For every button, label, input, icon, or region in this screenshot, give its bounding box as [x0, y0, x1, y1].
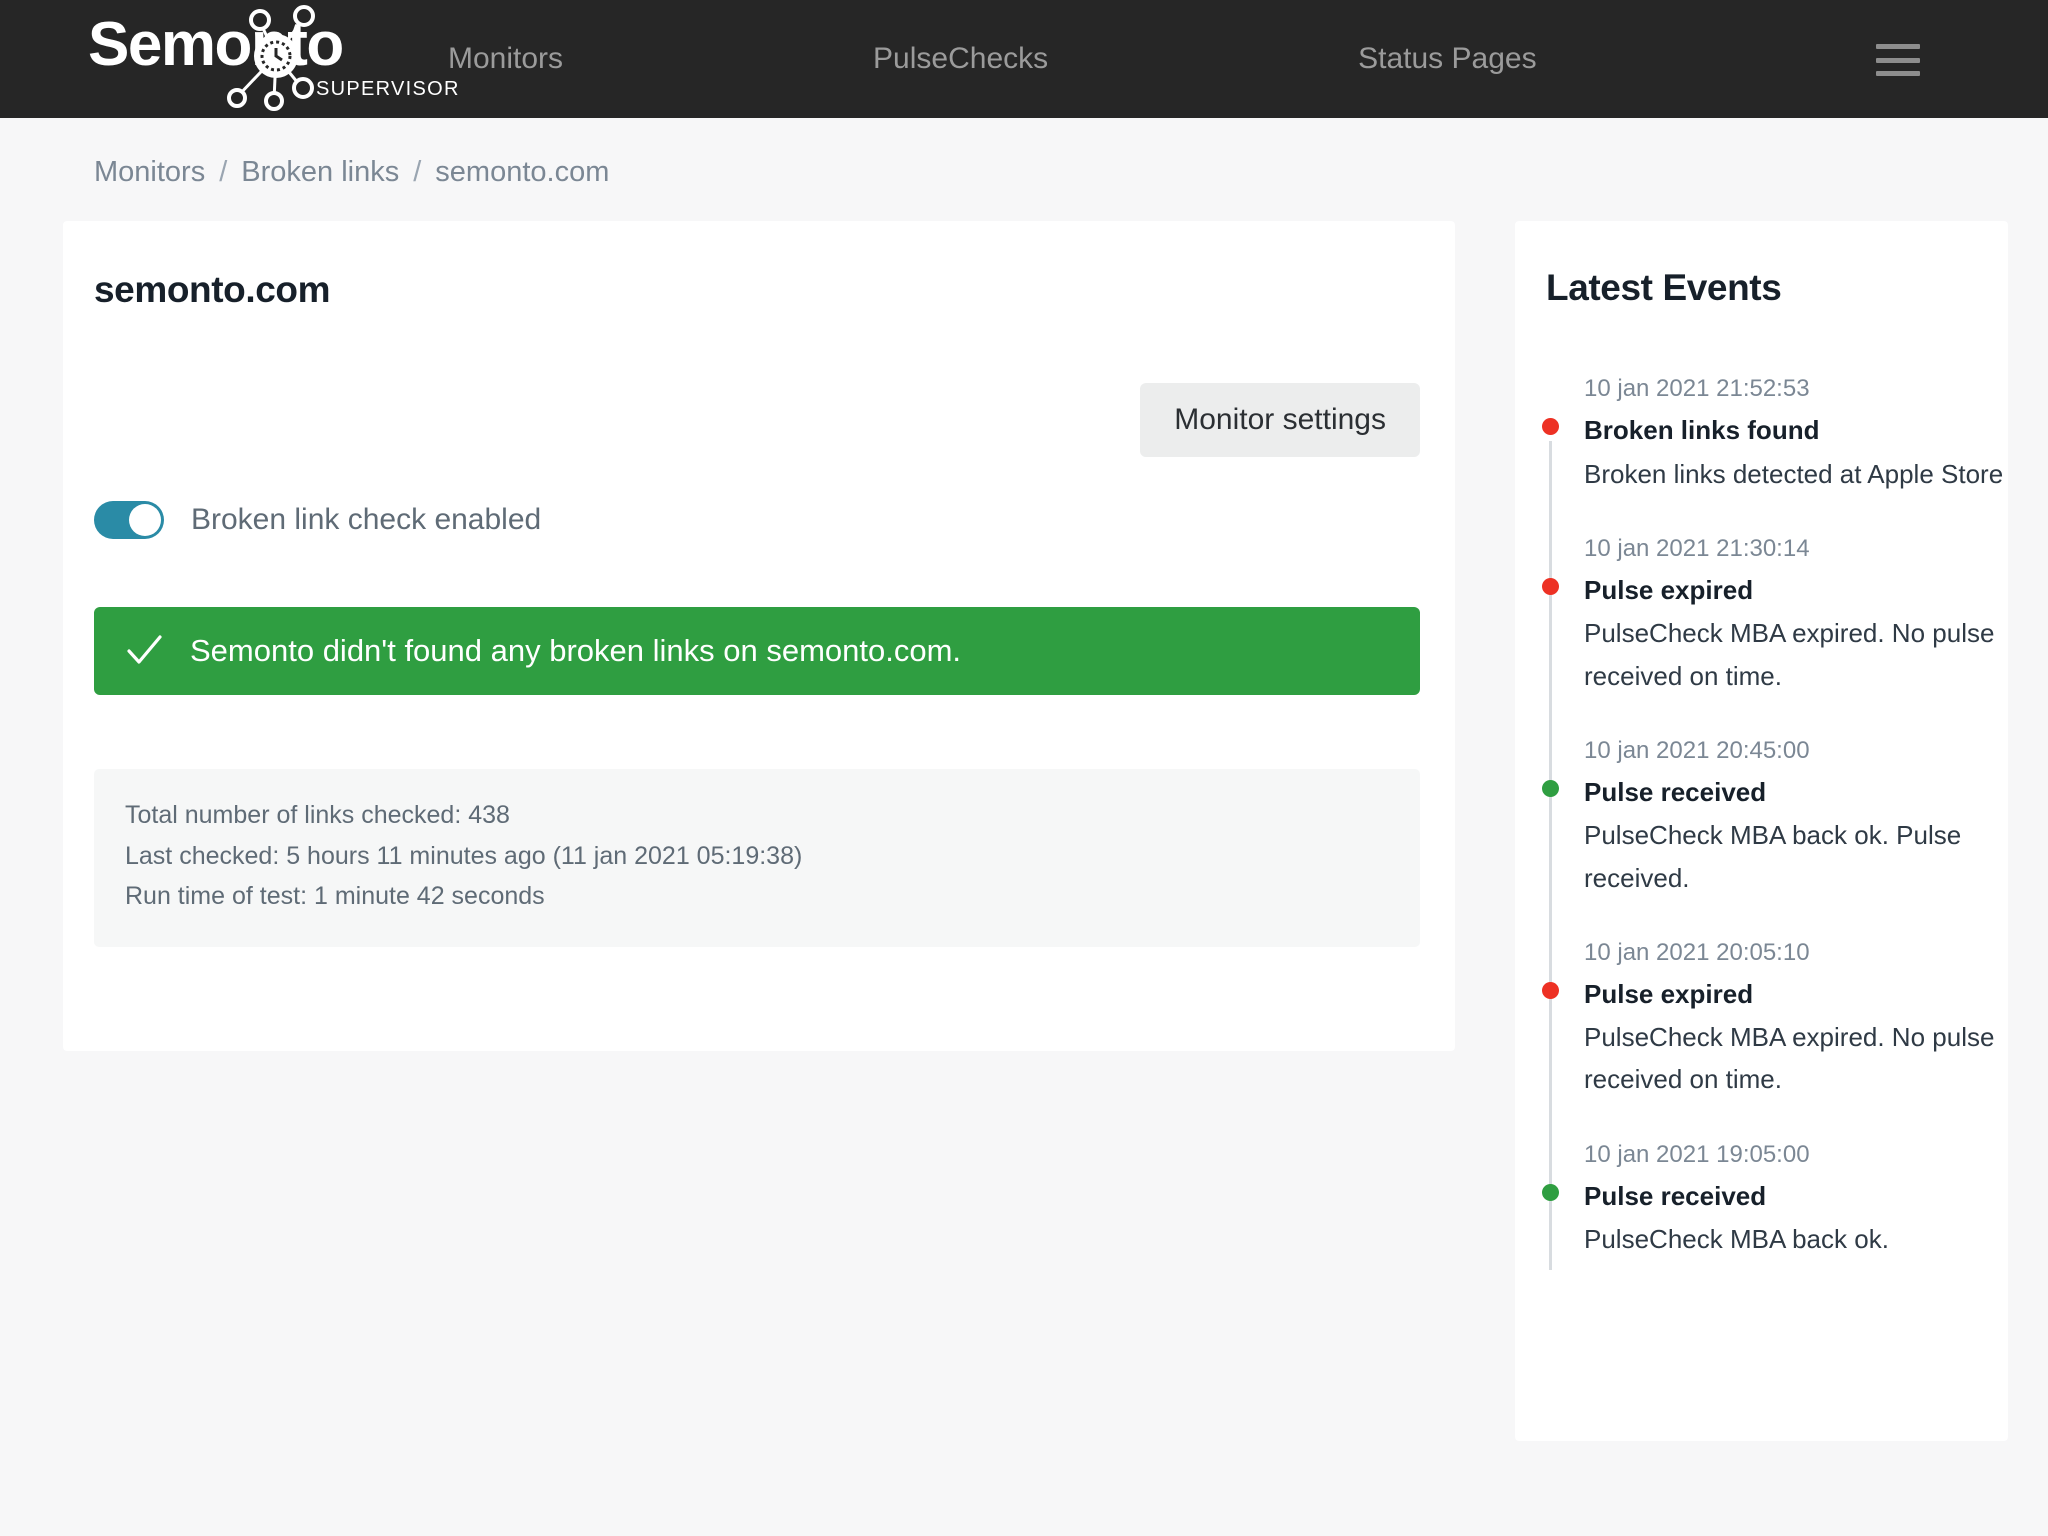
event-timestamp: 10 jan 2021 20:45:00 [1584, 733, 2008, 769]
event-status-dot [1542, 1184, 1559, 1201]
event-description: PulseCheck MBA back ok. Pulse received. [1584, 814, 2008, 898]
events-timeline: 10 jan 2021 21:52:53 Broken links found … [1541, 371, 2008, 1260]
nav-item-monitors[interactable]: Monitors [448, 42, 563, 76]
monitor-detail-card: semonto.com Monitor settings Broken link… [63, 221, 1455, 1051]
check-statistics-box: Total number of links checked: 438 Last … [94, 769, 1420, 947]
event-item[interactable]: 10 jan 2021 19:05:00 Pulse received Puls… [1541, 1137, 2008, 1261]
event-timestamp: 10 jan 2021 20:05:10 [1584, 935, 2008, 971]
toggle-knob [129, 504, 161, 536]
hamburger-bar [1876, 58, 1920, 63]
breadcrumb-item-monitors[interactable]: Monitors [94, 156, 205, 189]
event-title: Broken links found [1584, 412, 2008, 450]
breadcrumb-separator: / [413, 156, 421, 189]
main-nav: Monitors PulseChecks Status Pages [418, 0, 2048, 118]
top-navigation-bar: Semonto SUPERVISOR Monitors PulseChecks … [0, 0, 2048, 118]
event-item[interactable]: 10 jan 2021 21:30:14 Pulse expired Pulse… [1541, 531, 2008, 697]
event-description: Broken links detected at Apple Store [1584, 453, 2008, 495]
success-banner-text: Semonto didn't found any broken links on… [190, 633, 961, 669]
nav-item-status-pages[interactable]: Status Pages [1358, 42, 1536, 76]
event-title: Pulse received [1584, 774, 2008, 812]
event-status-dot [1542, 418, 1559, 435]
hamburger-bar [1876, 44, 1920, 49]
breadcrumb-separator: / [219, 156, 227, 189]
event-timestamp: 10 jan 2021 21:52:53 [1584, 371, 2008, 407]
stat-last-checked: Last checked: 5 hours 11 minutes ago (11… [125, 836, 1420, 877]
page-layout: semonto.com Monitor settings Broken link… [0, 189, 2048, 1441]
event-item[interactable]: 10 jan 2021 20:05:10 Pulse expired Pulse… [1541, 935, 2008, 1101]
event-item[interactable]: 10 jan 2021 20:45:00 Pulse received Puls… [1541, 733, 2008, 899]
settings-row: Monitor settings [63, 383, 1455, 457]
event-status-dot [1542, 982, 1559, 999]
nav-item-pulsechecks[interactable]: PulseChecks [873, 42, 1048, 76]
breadcrumb-item-current: semonto.com [435, 156, 609, 189]
broken-link-check-toggle[interactable] [94, 501, 164, 539]
broken-link-check-toggle-label: Broken link check enabled [191, 503, 541, 537]
hamburger-menu-icon[interactable] [1876, 44, 1920, 76]
event-title: Pulse expired [1584, 572, 2008, 610]
check-icon [124, 631, 164, 671]
brand-subtitle: SUPERVISOR [316, 78, 460, 101]
event-item[interactable]: 10 jan 2021 21:52:53 Broken links found … [1541, 371, 2008, 495]
event-status-dot [1542, 578, 1559, 595]
stat-run-time: Run time of test: 1 minute 42 seconds [125, 876, 1420, 917]
page-title: semonto.com [63, 221, 1455, 311]
brand-logo[interactable]: Semonto SUPERVISOR [88, 0, 418, 118]
event-title: Pulse received [1584, 1178, 2008, 1216]
event-title: Pulse expired [1584, 976, 2008, 1014]
event-timestamp: 10 jan 2021 21:30:14 [1584, 531, 2008, 567]
latest-events-title: Latest Events [1515, 221, 2008, 309]
event-description: PulseCheck MBA expired. No pulse receive… [1584, 612, 2008, 696]
success-banner: Semonto didn't found any broken links on… [94, 607, 1420, 695]
broken-link-check-toggle-row: Broken link check enabled [63, 501, 1455, 539]
hamburger-bar [1876, 71, 1920, 76]
breadcrumb: Monitors / Broken links / semonto.com [0, 118, 2048, 189]
event-status-dot [1542, 780, 1559, 797]
event-description: PulseCheck MBA expired. No pulse receive… [1584, 1016, 2008, 1100]
breadcrumb-item-broken-links[interactable]: Broken links [241, 156, 399, 189]
monitor-settings-button[interactable]: Monitor settings [1140, 383, 1420, 457]
latest-events-panel: Latest Events 10 jan 2021 21:52:53 Broke… [1515, 221, 2008, 1441]
stat-total-links: Total number of links checked: 438 [125, 795, 1420, 836]
event-timestamp: 10 jan 2021 19:05:00 [1584, 1137, 2008, 1173]
event-description: PulseCheck MBA back ok. [1584, 1218, 2008, 1260]
